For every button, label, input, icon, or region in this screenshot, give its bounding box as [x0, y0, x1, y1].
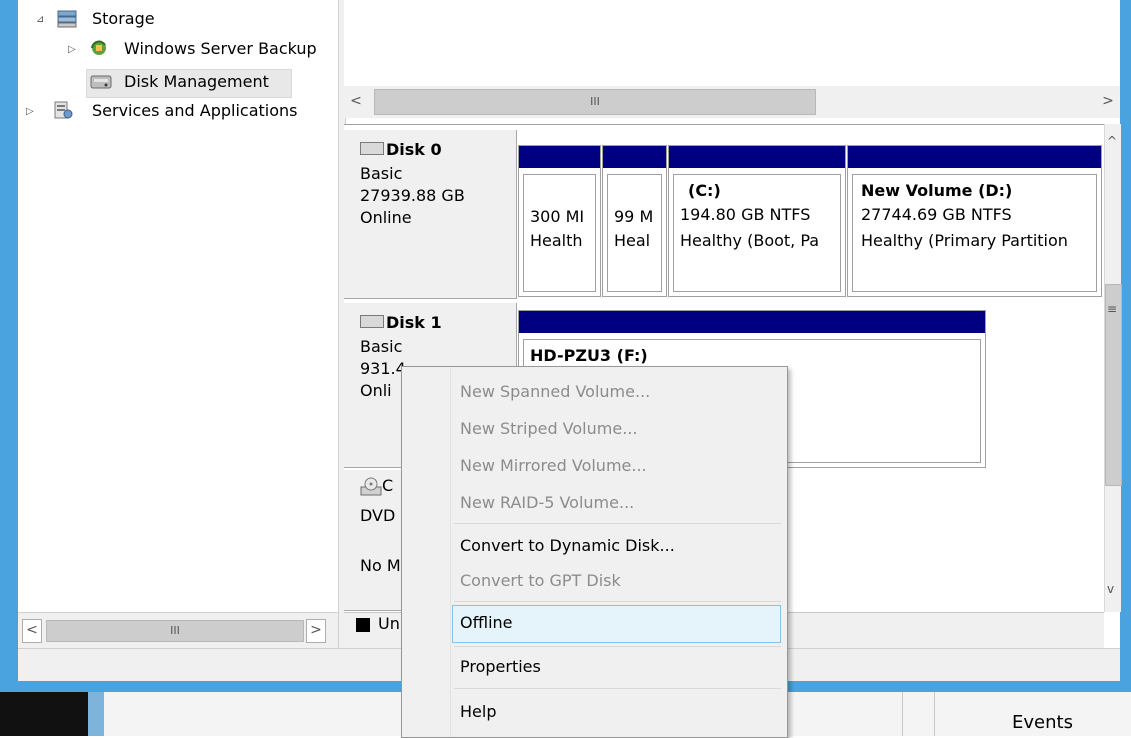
scroll-down-button[interactable]: v	[1107, 582, 1114, 596]
scroll-left-button[interactable]: <	[22, 619, 42, 643]
menu-item-new-spanned-volume[interactable]: New Spanned Volume...	[460, 377, 650, 407]
menu-item-new-mirrored-volume[interactable]: New Mirrored Volume...	[460, 451, 647, 481]
partition-disk0-p1[interactable]: 300 MI Health	[518, 145, 601, 297]
backup-icon	[91, 40, 106, 55]
disk-icon	[360, 142, 384, 155]
events-label[interactable]: Events	[1012, 712, 1073, 733]
disk-status: No M	[360, 556, 401, 575]
services-icon	[54, 101, 73, 119]
expand-icon[interactable]: ▷	[26, 106, 34, 117]
scroll-left-button[interactable]: <	[346, 90, 366, 114]
partition-disk0-p2[interactable]: 99 M Heal	[602, 145, 667, 297]
scroll-right-button[interactable]: >	[306, 619, 326, 643]
volume-list-horizontal-scrollbar[interactable]: < III >	[344, 86, 1120, 118]
partition-title: New Volume (D:)	[861, 181, 1013, 200]
storage-icon	[57, 10, 77, 28]
partition-size: 194.80 GB NTFS	[680, 205, 811, 224]
partition-size: 27744.69 GB NTFS	[861, 205, 1012, 224]
tree-item-windows-server-backup[interactable]: Windows Server Backup	[124, 36, 317, 62]
menu-separator	[454, 523, 781, 524]
scroll-up-button[interactable]: ^	[1107, 134, 1117, 148]
divider	[902, 692, 903, 736]
legend-unallocated: Un	[378, 614, 400, 633]
scroll-thumb[interactable]: III	[46, 620, 304, 642]
partition-d[interactable]: New Volume (D:) 27744.69 GB NTFS Healthy…	[847, 145, 1102, 297]
menu-separator	[454, 688, 781, 689]
background-accent	[88, 692, 104, 736]
tree-item-storage[interactable]: Storage	[92, 6, 155, 32]
scroll-right-button[interactable]: >	[1098, 90, 1118, 114]
expand-icon[interactable]: ▷	[68, 44, 76, 55]
partition-size: 300 MI	[530, 207, 585, 226]
partition-c[interactable]: (C:) 194.80 GB NTFS Healthy (Boot, Pa	[668, 145, 846, 297]
disk-view-vertical-scrollbar[interactable]: ^ ≡ v	[1104, 124, 1122, 612]
tree-item-services-and-applications[interactable]: Services and Applications	[92, 98, 297, 124]
menu-item-new-raid5-volume[interactable]: New RAID-5 Volume...	[460, 488, 634, 518]
disk-icon	[360, 315, 384, 328]
scroll-grip: ≡	[1107, 302, 1118, 316]
window-frame-left	[0, 0, 18, 680]
collapse-icon[interactable]: ⊿	[36, 14, 44, 25]
disk-name: Disk 1	[386, 313, 442, 332]
scroll-thumb[interactable]: III	[374, 89, 816, 115]
menu-item-new-striped-volume[interactable]: New Striped Volume...	[460, 414, 637, 444]
disk-type: Basic	[360, 164, 403, 183]
disk-type: DVD	[360, 506, 396, 525]
partition-size: 99 M	[614, 207, 654, 226]
disk-0-label[interactable]: Disk 0 Basic 27939.88 GB Online	[344, 130, 517, 299]
partition-status: Healthy (Boot, Pa	[680, 231, 820, 250]
partition-status: Health	[530, 231, 583, 250]
disk-context-menu: New Spanned Volume... New Striped Volume…	[401, 366, 788, 738]
cdrom-icon	[360, 477, 382, 495]
menu-separator	[454, 646, 781, 647]
menu-item-offline[interactable]: Offline	[460, 608, 513, 638]
disk-status: Onli	[360, 381, 392, 400]
menu-gutter	[450, 367, 451, 737]
tree-horizontal-scrollbar[interactable]: < III >	[18, 612, 338, 649]
menu-item-properties[interactable]: Properties	[460, 652, 541, 682]
disk-name: C	[382, 476, 394, 495]
disk-size: 27939.88 GB	[360, 186, 465, 205]
partition-title: HD-PZU3 (F:)	[530, 346, 648, 365]
menu-item-help[interactable]: Help	[460, 697, 496, 727]
menu-separator	[454, 601, 781, 602]
partition-status: Healthy (Primary Partition	[861, 231, 1068, 250]
background-panel	[0, 692, 88, 736]
unallocated-swatch	[356, 618, 370, 632]
disk-type: Basic	[360, 337, 403, 356]
menu-item-convert-to-gpt-disk[interactable]: Convert to GPT Disk	[460, 566, 621, 596]
disk-size: 931.4	[360, 359, 406, 378]
disk-name: Disk 0	[386, 140, 442, 159]
disk-management-icon	[90, 75, 112, 89]
menu-item-convert-to-dynamic-disk[interactable]: Convert to Dynamic Disk...	[460, 531, 675, 561]
tree-item-disk-management[interactable]: Disk Management	[124, 69, 269, 95]
disk-status: Online	[360, 208, 412, 227]
partition-title: (C:)	[688, 181, 721, 200]
partition-status: Heal	[614, 231, 651, 250]
divider	[934, 692, 935, 736]
